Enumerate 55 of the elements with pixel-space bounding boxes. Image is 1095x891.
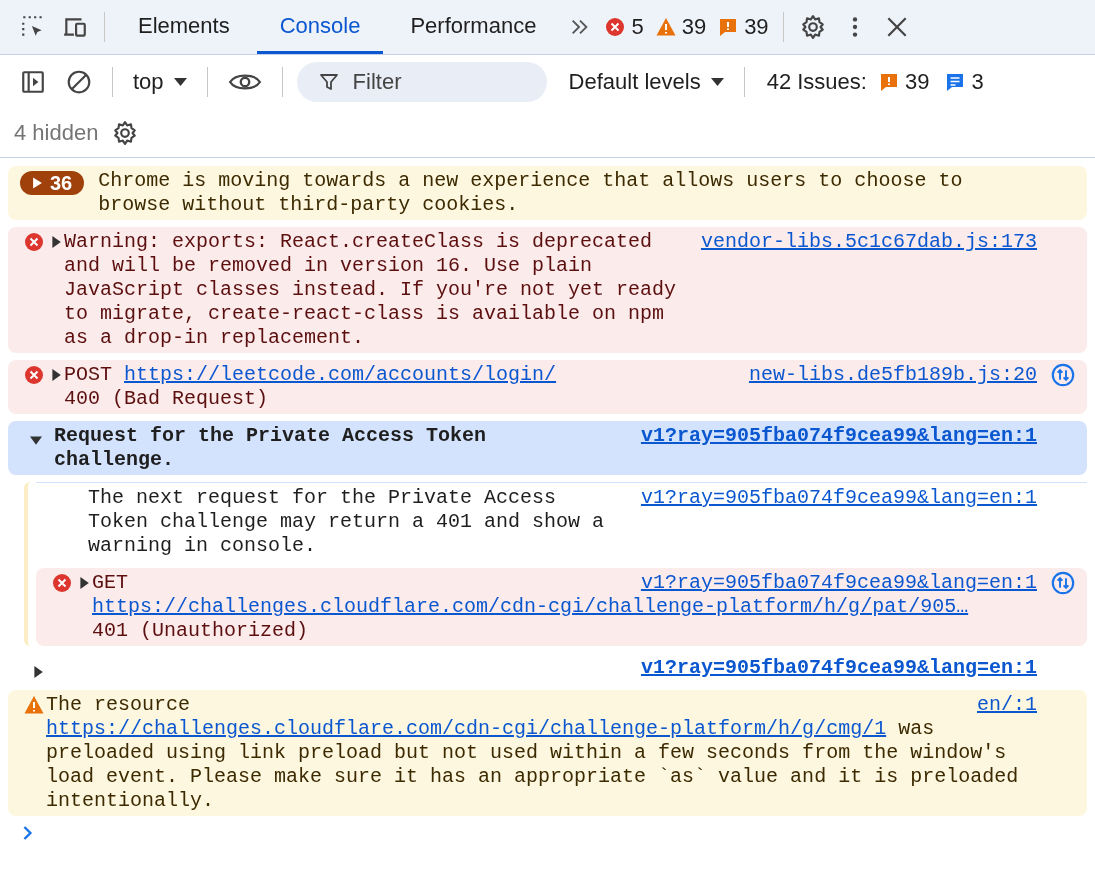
message-text: Chrome is moving towards a new experience that allows users to choose to browse without third-party cookies. xyxy=(98,169,964,217)
message-text: https://challenges.cloudflare.com/cdn-cgi/challenge-platform/h/g/cmg/1 was preloaded using link preload but not used within a few seconds from the window's load event. Please make sure it has an appropriate `as` value and it is preloaded intentionally. xyxy=(46,717,1020,813)
error-icon xyxy=(605,17,626,37)
issues-label: 42 Issues: xyxy=(766,69,867,95)
message-text: Request for the Private Access Token challenge. xyxy=(54,424,488,472)
message-text: 400 (Bad Request) xyxy=(64,387,270,411)
message-text: The next request for the Private Access Token challenge may return a 401 and show a warning in console. xyxy=(88,486,606,558)
panel-tab[interactable]: Console xyxy=(256,0,384,54)
expand-triangle-icon[interactable] xyxy=(50,369,62,381)
error-icon xyxy=(24,365,44,385)
issue-icon xyxy=(878,72,899,92)
source-link[interactable]: v1?ray=905fba074f9cea99&lang=en:1 xyxy=(640,571,1037,595)
expand-triangle-icon[interactable] xyxy=(30,434,42,446)
source-link[interactable]: v1?ray=905fba074f9cea99&lang=en:1 xyxy=(640,656,1037,680)
expand-triangle-icon[interactable] xyxy=(78,577,90,589)
expand-triangle-icon[interactable] xyxy=(32,666,44,678)
settings-icon[interactable] xyxy=(112,120,139,146)
error-icon xyxy=(52,573,72,593)
network-request-icon[interactable] xyxy=(1051,363,1075,387)
message-icon xyxy=(945,72,966,92)
source-link[interactable]: vendor-libs.5c1c67dab.js:173 xyxy=(700,230,1037,254)
info-count[interactable]: 3 xyxy=(941,69,988,95)
url-link[interactable]: https://challenges.cloudflare.com/cdn-cgi/challenge-platform/h/g/cmg/1 xyxy=(46,717,887,740)
source-link[interactable]: en/:1 xyxy=(977,693,1037,717)
issue-icon xyxy=(718,17,739,37)
url-link[interactable]: https://leetcode.com/accounts/login/ xyxy=(124,363,557,386)
message-text: Warning: exports: React.createClass is deprecated and will be removed in version 16. Use plain JavaScript classes instead. If you're not yet ready to migrate, create-react-class is available on npm as a drop-in replacement. xyxy=(64,230,677,350)
error-icon xyxy=(24,232,44,252)
filter-field[interactable]: Filter xyxy=(296,62,547,102)
caret-icon xyxy=(173,78,187,86)
source-link[interactable]: v1?ray=905fba074f9cea99&lang=en:1 xyxy=(640,486,1037,510)
message-text: GET xyxy=(92,571,129,595)
context-dropdown[interactable]: top xyxy=(127,69,193,95)
expand-triangle-icon[interactable] xyxy=(50,236,62,248)
source-link[interactable]: new-libs.de5fb189b.js:20 xyxy=(748,363,1037,387)
log-levels-dropdown[interactable]: Default levels xyxy=(562,69,730,95)
caret-icon xyxy=(710,78,724,86)
message-text: POST https://leetcode.com/accounts/login/ xyxy=(64,363,558,387)
warning-icon xyxy=(655,17,676,37)
issues-badge[interactable]: 36 xyxy=(20,171,85,195)
prompt-chevron-icon[interactable] xyxy=(22,824,34,842)
warning-count[interactable]: 39 xyxy=(651,14,711,40)
network-request-icon[interactable] xyxy=(1051,571,1075,595)
message-text: https://challenges.cloudflare.com/cdn-cgi/challenge-platform/h/g/pat/905… 401 (Unauthorized) xyxy=(92,595,970,643)
issue-count[interactable]: 39 xyxy=(874,69,934,95)
issue-count[interactable]: 39 xyxy=(714,14,773,40)
filter-icon xyxy=(318,72,339,92)
panel-tab[interactable]: Performance xyxy=(387,0,560,54)
warning-icon xyxy=(24,695,44,715)
url-link[interactable]: https://challenges.cloudflare.com/cdn-cgi/challenge-platform/h/g/pat/905… xyxy=(92,595,969,618)
source-link[interactable]: v1?ray=905fba074f9cea99&lang=en:1 xyxy=(640,424,1037,448)
error-count[interactable]: 5 xyxy=(601,14,648,40)
message-text: The resource xyxy=(46,693,192,717)
hidden-count: 4 hidden xyxy=(14,120,99,146)
panel-tab[interactable]: Elements xyxy=(115,0,253,54)
